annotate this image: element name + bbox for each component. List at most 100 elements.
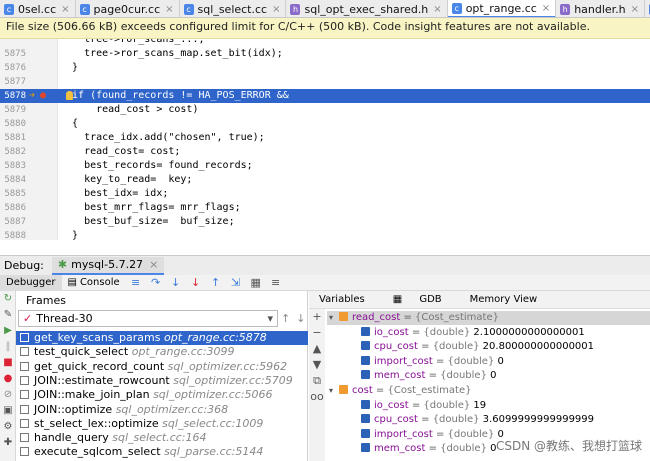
code-text: }	[60, 230, 79, 240]
tab-label: Memory View	[469, 294, 538, 305]
view-breakpoints-icon[interactable]: ●	[0, 371, 16, 387]
code-line: 5881 trace_idx.add("chosen", true);	[0, 131, 650, 145]
line-number: 5875	[4, 49, 26, 59]
code-text: read_cost > cost)	[60, 104, 199, 115]
close-icon[interactable]: ×	[165, 4, 173, 15]
stop-icon[interactable]: ■	[0, 355, 16, 371]
stack-frame[interactable]: JOIN::make_join_plan sql_optimizer.cc:50…	[16, 388, 308, 402]
close-icon[interactable]: ×	[61, 4, 69, 15]
line-number: 5885	[4, 189, 26, 199]
settings-icon[interactable]: ✎	[0, 307, 16, 323]
variable-row[interactable]: io_cost = {double} 19	[327, 399, 650, 413]
run-to-cursor-icon[interactable]: ⇲	[229, 276, 243, 290]
editor-tab[interactable]: c sql_select.cc ×	[180, 0, 287, 17]
close-icon[interactable]: ×	[272, 4, 280, 15]
editor-tab[interactable]: h sql_opt_exec_shared.h ×	[286, 0, 448, 17]
pause-icon[interactable]: ‖	[0, 339, 16, 355]
step-into-icon[interactable]: ↓	[169, 276, 183, 290]
stack-frame[interactable]: test_quick_select opt_range.cc:3099	[16, 345, 308, 359]
variable-name: read_cost	[352, 312, 401, 323]
glasses-icon[interactable]: oo	[309, 389, 325, 405]
editor-tab[interactable]: h handler.h ×	[556, 0, 646, 17]
close-icon[interactable]: ×	[542, 3, 550, 14]
frame-nav-arrows[interactable]: ↑↓	[281, 312, 311, 325]
stack-frame[interactable]: JOIN::optimize sql_optimizer.cc:368	[16, 403, 308, 417]
code-text: best_records= found_records;	[60, 160, 253, 171]
variable-row[interactable]: mem_cost = {double} 0	[327, 369, 650, 383]
restore-layout-icon[interactable]: ▣	[0, 403, 16, 419]
force-step-into-icon[interactable]: ↓	[189, 276, 203, 290]
editor-tab-label: handler.h	[574, 2, 626, 16]
code-line: 5878 if (found_records != HA_POS_ERROR &…	[0, 89, 650, 103]
frame-location: sql_select.cc:1009	[162, 416, 264, 430]
thread-selector[interactable]: ✓ Thread-30 ▾	[18, 310, 278, 327]
show-execution-point-icon[interactable]: ≡	[129, 276, 143, 290]
add-watch-icon[interactable]: +	[309, 309, 325, 325]
watermark: CSDN @教练、我想打篮球	[495, 439, 642, 453]
thread-name: Thread-30	[36, 312, 93, 325]
code-line: 5885 best_idx= idx;	[0, 187, 650, 201]
evaluate-expression-icon[interactable]: ▦	[249, 276, 263, 290]
equals: =	[425, 443, 441, 455]
variable-type: {double}	[432, 414, 480, 426]
variable-value: 0	[486, 370, 497, 382]
gear-icon[interactable]: ⚙	[0, 419, 16, 435]
variable-row[interactable]: ▾ cost = {Cost_estimate}	[327, 384, 650, 398]
pin-icon[interactable]: ✚	[0, 435, 16, 451]
move-down-icon[interactable]: ▼	[309, 357, 325, 373]
editor-tab[interactable]: c page0cur.cc ×	[76, 0, 180, 17]
copy-icon[interactable]: ⧉	[309, 373, 325, 389]
frame-icon	[20, 433, 29, 443]
gdb-icon: ▦	[392, 294, 406, 305]
frame-icon	[20, 418, 29, 428]
tab-console[interactable]: ▤ Console	[62, 275, 126, 291]
step-out-icon[interactable]: ↑	[209, 276, 223, 290]
line-number: 5882	[4, 147, 26, 157]
variable-type: {double}	[432, 341, 480, 353]
field-icon	[361, 399, 370, 409]
expand-toggle-icon[interactable]: ▾	[329, 384, 339, 398]
code-editor[interactable]: tree->ror_scans_...; 5875 tree->ror_scans…	[0, 39, 650, 240]
close-icon[interactable]: ×	[149, 258, 158, 271]
tab-label: Variables	[319, 294, 365, 305]
stack-frame[interactable]: handle_query sql_select.cc:164	[16, 431, 308, 445]
move-up-icon[interactable]: ▲	[309, 341, 325, 357]
stack-frame[interactable]: get_key_scans_params opt_range.cc:5878	[16, 331, 308, 345]
resume-icon[interactable]: ▶	[0, 323, 16, 339]
close-icon[interactable]: ×	[631, 4, 639, 15]
stack-frame[interactable]: st_select_lex::optimize sql_select.cc:10…	[16, 417, 308, 431]
debug-session-tab[interactable]: ✱ mysql-5.7.27 ×	[51, 256, 165, 275]
tab-memory-view[interactable]: Memory View	[470, 294, 552, 305]
editor-tab-label: page0cur.cc	[93, 2, 161, 16]
close-icon[interactable]: ×	[433, 4, 441, 15]
tab-variables[interactable]: Variables	[319, 294, 379, 305]
frame-function: JOIN::estimate_rowcount	[34, 373, 174, 387]
mute-breakpoints-icon[interactable]: ⊘	[0, 387, 16, 403]
variable-type: {double}	[447, 428, 495, 440]
debugger-toolbar: Debugger ▤ Console ≡ ↷ ↓ ↓ ↑ ⇲ ▦ ≡	[0, 274, 650, 291]
variables-tab-bar: Variables ▦ GDB Memory View	[309, 291, 650, 309]
stack-frame[interactable]: get_quick_record_count sql_optimizer.cc:…	[16, 360, 308, 374]
debug-config-name: mysql-5.7.27	[71, 258, 144, 271]
code-text: }	[60, 62, 79, 73]
variable-row[interactable]: ▾ read_cost = {Cost_estimate}	[327, 311, 650, 325]
stack-frame[interactable]: JOIN::estimate_rowcount sql_optimizer.cc…	[16, 374, 308, 388]
expand-toggle-icon[interactable]: ▾	[329, 311, 339, 325]
editor-tab[interactable]: csql_optimizer.cc×	[645, 0, 650, 17]
line-number: 5876	[4, 63, 26, 73]
breakpoint-icon[interactable]: ●	[40, 91, 50, 101]
variable-row[interactable]: cpu_cost = {double} 20.800000000000001	[327, 340, 650, 354]
editor-tab[interactable]: c 0sel.cc ×	[0, 0, 76, 17]
variable-row[interactable]: io_cost = {double} 2.1000000000000001	[327, 326, 650, 340]
step-over-icon[interactable]: ↷	[149, 276, 163, 290]
editor-tab[interactable]: c opt_range.cc ×	[447, 0, 557, 17]
variable-row[interactable]: import_cost = {double} 0	[327, 355, 650, 369]
remove-watch-icon[interactable]: −	[309, 325, 325, 341]
variable-row[interactable]: cpu_cost = {double} 3.6099999999999999	[327, 413, 650, 427]
stack-frame[interactable]: execute_sqlcom_select sql_parse.cc:5144	[16, 445, 308, 459]
tab-debugger[interactable]: Debugger	[0, 274, 62, 291]
more-icon[interactable]: ≡	[269, 276, 283, 290]
lightbulb-icon[interactable]	[66, 91, 73, 100]
tab-gdb[interactable]: ▦ GDB	[393, 294, 456, 305]
rerun-icon[interactable]: ↻	[0, 291, 16, 307]
